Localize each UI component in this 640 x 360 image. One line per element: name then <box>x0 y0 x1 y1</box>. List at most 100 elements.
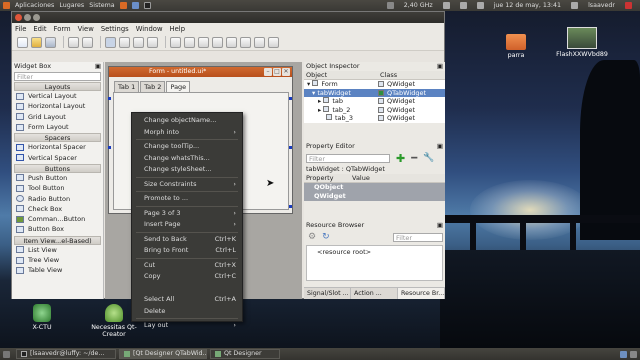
menu-change-object-name[interactable]: Change objectName... <box>132 115 242 127</box>
widget-check-box[interactable]: Check Box <box>12 204 103 214</box>
trash-icon[interactable] <box>630 350 637 358</box>
category-layouts[interactable]: Layouts <box>14 82 101 91</box>
property-filter-input[interactable]: Filter <box>306 153 390 163</box>
menu-lay-out[interactable]: Lay out › <box>132 320 242 332</box>
task-qt-designer-form[interactable]: [Qt Designer QTabWid... <box>119 349 207 359</box>
widget-table-view[interactable]: Table View <box>12 265 103 275</box>
property-group-qwidget[interactable]: QWidget <box>304 192 445 201</box>
widget-form-layout[interactable]: Form Layout <box>12 122 103 132</box>
menu-send-to-back[interactable]: Send to Back Ctrl+K <box>132 234 242 246</box>
minimize-icon[interactable] <box>24 14 31 21</box>
menu-system[interactable]: Sistema <box>89 2 114 9</box>
dock-close-icon[interactable]: ▣ <box>95 62 101 71</box>
tab-action-editor[interactable]: Action ... <box>351 288 398 299</box>
save-icon[interactable] <box>45 36 56 48</box>
edit-buddies-icon[interactable] <box>133 36 144 48</box>
form-minimize-icon[interactable]: – <box>264 68 272 76</box>
selection-handle[interactable] <box>289 205 292 208</box>
form-titlebar[interactable]: Form - untitled.ui* – □ ✕ <box>109 67 292 77</box>
layout-vertical-icon[interactable] <box>184 36 195 48</box>
add-property-icon[interactable]: ✚ <box>396 152 405 165</box>
menu-size-constraints[interactable]: Size Constraints › <box>132 179 242 191</box>
menu-view[interactable]: View <box>78 25 94 33</box>
tab-1[interactable]: Tab 1 <box>114 81 140 92</box>
col-property[interactable]: Property <box>304 174 350 182</box>
menu-file[interactable]: File <box>15 25 26 33</box>
menu-copy[interactable]: Copy Ctrl+C <box>132 271 242 283</box>
menu-change-whatsthis[interactable]: Change whatsThis... <box>132 153 242 165</box>
close-icon[interactable] <box>15 14 22 21</box>
widget-vertical-layout[interactable]: Vertical Layout <box>12 91 103 101</box>
object-row[interactable]: ▾ Form QWidget <box>304 80 445 89</box>
menu-edit[interactable]: Edit <box>33 25 46 33</box>
tab-signal-slot-editor[interactable]: Signal/Slot ... <box>304 288 351 299</box>
menu-applications[interactable]: Aplicaciones <box>15 2 54 9</box>
widget-tree-view[interactable]: Tree View <box>12 255 103 265</box>
maximize-icon[interactable] <box>33 14 40 21</box>
object-row[interactable]: ▸ tab_2 QWidget <box>304 105 445 114</box>
col-class[interactable]: Class <box>378 71 397 79</box>
menu-page-of[interactable]: Page 3 of 3 › <box>132 208 242 220</box>
menu-places[interactable]: Lugares <box>59 2 84 9</box>
widget-list-view[interactable]: List View <box>12 245 103 255</box>
battery-icon[interactable] <box>476 2 484 9</box>
terminal-icon[interactable] <box>143 2 151 9</box>
layout-h-splitter-icon[interactable] <box>198 36 209 48</box>
resource-filter-input[interactable]: Filter <box>393 232 443 242</box>
edit-resources-icon[interactable]: ⚙ <box>308 232 316 242</box>
widget-grid-layout[interactable]: Grid Layout <box>12 112 103 122</box>
desktop-icon-flash[interactable]: FlashXXWVbd89 <box>552 27 612 58</box>
workspace-switcher-icon[interactable] <box>620 350 627 358</box>
resource-tree[interactable]: <resource root> <box>306 245 443 281</box>
menu-change-tooltip[interactable]: Change toolTip... <box>132 141 242 153</box>
window-titlebar[interactable] <box>12 12 444 23</box>
selection-handle[interactable] <box>108 97 111 100</box>
menu-promote-to[interactable]: Promote to ... <box>132 193 242 205</box>
form-maximize-icon[interactable]: □ <box>273 68 281 76</box>
object-row[interactable]: tab_3 QWidget <box>304 114 445 123</box>
mail-icon[interactable] <box>131 2 139 9</box>
new-file-icon[interactable] <box>17 36 28 48</box>
tab-page[interactable]: Page <box>166 81 191 92</box>
network-icon[interactable] <box>386 2 394 9</box>
layout-horizontal-icon[interactable] <box>170 36 181 48</box>
menu-change-stylesheet[interactable]: Change styleSheet... <box>132 164 242 176</box>
desktop-icon-parra[interactable]: parra <box>486 34 546 59</box>
object-row[interactable]: ▸ tab QWidget <box>304 97 445 106</box>
task-terminal[interactable]: [lsaavedr@luffy: ~/de... <box>16 349 116 359</box>
menu-form[interactable]: Form <box>54 25 71 33</box>
selection-handle[interactable] <box>108 146 111 149</box>
col-object[interactable]: Object <box>304 71 378 79</box>
remove-property-icon[interactable]: ━ <box>411 153 417 164</box>
layout-form-icon[interactable] <box>240 36 251 48</box>
power-icon[interactable] <box>625 2 632 9</box>
desktop-icon-necessitas[interactable]: Necessitas Qt-Creator <box>84 304 144 338</box>
menu-help[interactable]: Help <box>170 25 186 33</box>
widget-filter-input[interactable]: Filter <box>14 72 101 81</box>
reload-icon[interactable]: ↻ <box>322 232 330 242</box>
menu-bring-to-front[interactable]: Bring to Front Ctrl+L <box>132 245 242 257</box>
task-qt-designer[interactable]: Qt Designer <box>210 349 280 359</box>
layout-grid-icon[interactable] <box>226 36 237 48</box>
object-row-selected[interactable]: ▾ tabWidget QTabWidget <box>304 88 445 97</box>
layout-v-splitter-icon[interactable] <box>212 36 223 48</box>
widget-push-button[interactable]: Push Button <box>12 173 103 183</box>
menu-delete[interactable]: Delete <box>132 306 242 318</box>
mail-indicator-icon[interactable] <box>459 2 467 9</box>
category-item-views[interactable]: Item View...el-Based) <box>14 235 101 245</box>
menu-select-all[interactable]: Select All Ctrl+A <box>132 294 242 306</box>
widget-command-link-button[interactable]: Comman...Button <box>12 214 103 224</box>
show-desktop-icon[interactable] <box>3 350 10 358</box>
col-value[interactable]: Value <box>350 174 370 182</box>
selection-handle[interactable] <box>289 146 292 149</box>
user-name[interactable]: lsaavedr <box>588 2 615 9</box>
send-to-back-icon[interactable] <box>68 36 79 48</box>
volume-icon[interactable] <box>442 2 450 9</box>
configure-wrench-icon[interactable]: 🔧 <box>423 153 434 163</box>
edit-widgets-icon[interactable] <box>105 36 116 48</box>
clock[interactable]: jue 12 de may, 13:41 <box>494 2 561 9</box>
open-file-icon[interactable] <box>31 36 42 48</box>
menu-morph-into[interactable]: Morph into › <box>132 127 242 139</box>
edit-tab-order-icon[interactable] <box>147 36 158 48</box>
dock-close-icon[interactable]: ▣ <box>437 142 443 151</box>
